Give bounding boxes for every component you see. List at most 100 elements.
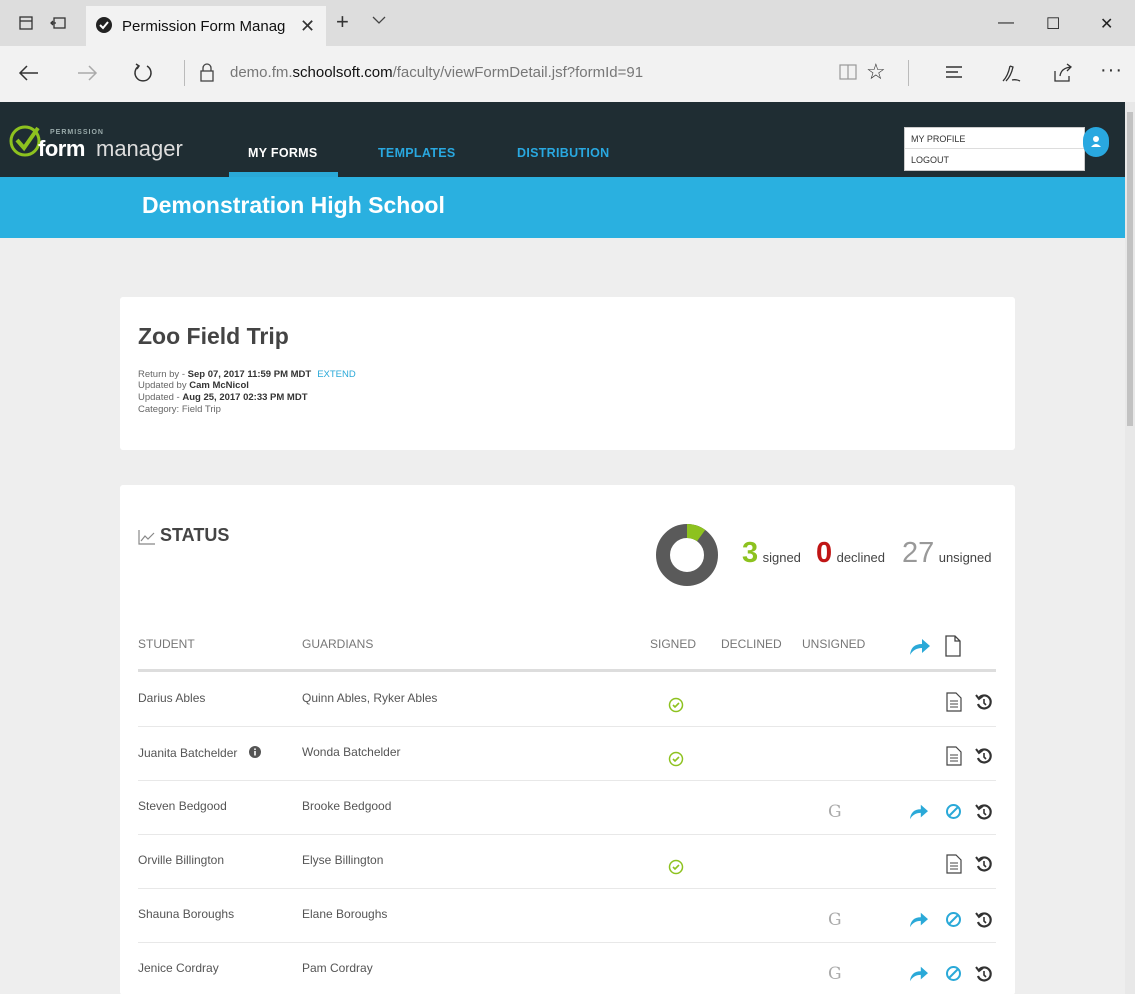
- updated-date-line: Updated - Aug 25, 2017 02:33 PM MDT: [138, 392, 308, 403]
- resend-all-arrow-icon[interactable]: [908, 637, 932, 657]
- profile-dropdown-menu: MY PROFILE LOGOUT: [904, 127, 1085, 171]
- logo-manager-text: manager: [96, 136, 183, 161]
- favorite-star-icon[interactable]: ☆: [866, 59, 886, 85]
- view-document-icon[interactable]: [946, 746, 962, 766]
- url-text[interactable]: demo.fm.schoolsoft.com/faculty/viewFormD…: [230, 64, 643, 81]
- header-signed[interactable]: SIGNED: [650, 637, 696, 651]
- unsigned-marker: G: [828, 964, 842, 984]
- history-icon[interactable]: [975, 911, 993, 929]
- form-info-card: Zoo Field Trip Return by - Sep 07, 2017 …: [120, 297, 1015, 450]
- reading-view-icon[interactable]: [838, 62, 858, 82]
- checkmark-favicon-icon: [96, 17, 112, 33]
- history-icon[interactable]: [975, 747, 993, 765]
- guardian-names: Elane Boroughs: [302, 907, 388, 921]
- decline-ban-icon[interactable]: [945, 965, 962, 982]
- unsigned-marker: G: [828, 910, 842, 930]
- forward-arrow-icon[interactable]: [76, 62, 98, 84]
- divider: [184, 60, 185, 86]
- history-icon[interactable]: [975, 693, 993, 711]
- share-icon[interactable]: [1052, 62, 1074, 84]
- header-guardians[interactable]: GUARDIANS: [302, 637, 373, 651]
- student-name: Juanita Batchelder: [138, 745, 261, 760]
- web-note-pen-icon[interactable]: [1000, 62, 1022, 84]
- guardian-names: Wonda Batchelder: [302, 745, 401, 759]
- history-icon[interactable]: [975, 803, 993, 821]
- status-card: STATUS 3 signed 0 declined 27 unsigned S…: [120, 485, 1015, 994]
- table-header-divider: [138, 669, 996, 672]
- return-by-line: Return by - Sep 07, 2017 11:59 PM MDT EXT…: [138, 369, 356, 380]
- nav-distribution[interactable]: DISTRIBUTION: [517, 146, 610, 160]
- history-icon[interactable]: [975, 965, 993, 983]
- minimize-icon[interactable]: —: [998, 14, 1014, 32]
- app-header: PERMISSION form manager MY FORMS TEMPLAT…: [0, 102, 1125, 177]
- signed-count: 3 signed: [742, 537, 801, 569]
- table-row: Shauna Boroughs Elane Boroughs G: [138, 889, 996, 943]
- refresh-icon[interactable]: [132, 62, 154, 84]
- student-name[interactable]: Jenice Cordray: [138, 961, 219, 975]
- line-chart-icon: [138, 530, 155, 545]
- signed-check-icon: [668, 751, 684, 767]
- updated-by-line: Updated by Cam McNicol: [138, 380, 249, 391]
- history-icon[interactable]: [975, 855, 993, 873]
- school-banner: Demonstration High School: [0, 177, 1125, 238]
- guardian-names: Pam Cordray: [302, 961, 373, 975]
- nav-templates[interactable]: TEMPLATES: [378, 146, 455, 160]
- table-row: Darius Ables Quinn Ables, Ryker Ables: [138, 673, 996, 727]
- info-icon[interactable]: [248, 746, 261, 758]
- new-tab-icon[interactable]: +: [336, 11, 349, 33]
- checkmark-logo-icon[interactable]: [8, 124, 42, 158]
- my-profile-menu-item[interactable]: MY PROFILE: [905, 128, 1084, 149]
- extend-link[interactable]: EXTEND: [317, 369, 356, 380]
- status-donut-chart: [656, 524, 718, 586]
- hub-icon[interactable]: [944, 62, 964, 82]
- user-avatar-icon[interactable]: [1083, 127, 1109, 157]
- status-title: STATUS: [160, 525, 230, 545]
- document-outline-icon[interactable]: [944, 635, 962, 657]
- guardian-names: Quinn Ables, Ryker Ables: [302, 691, 438, 705]
- maximize-icon[interactable]: ☐: [1046, 14, 1060, 34]
- student-name[interactable]: Shauna Boroughs: [138, 907, 234, 921]
- table-row: Orville Billington Elyse Billington: [138, 835, 996, 889]
- resend-arrow-icon[interactable]: [908, 803, 930, 821]
- guardian-names: Brooke Bedgood: [302, 799, 392, 813]
- header-unsigned[interactable]: UNSIGNED: [802, 637, 865, 651]
- divider: [908, 60, 909, 86]
- resend-arrow-icon[interactable]: [908, 965, 930, 983]
- tab-close-icon[interactable]: ✕: [300, 16, 315, 37]
- view-document-icon[interactable]: [946, 854, 962, 874]
- signed-check-icon: [668, 859, 684, 875]
- declined-count: 0 declined: [816, 537, 886, 569]
- decline-ban-icon[interactable]: [945, 803, 962, 820]
- form-title: Zoo Field Trip: [138, 323, 289, 349]
- category-line: Category: Field Trip: [138, 404, 221, 415]
- scrollbar-thumb[interactable]: [1127, 112, 1133, 426]
- school-name: Demonstration High School: [142, 192, 445, 218]
- tab-list-icon[interactable]: [18, 14, 36, 32]
- header-student[interactable]: STUDENT: [138, 637, 195, 651]
- lock-icon: [200, 63, 214, 82]
- table-row: Steven Bedgood Brooke Bedgood G: [138, 781, 996, 835]
- logout-menu-item[interactable]: LOGOUT: [905, 149, 1084, 170]
- decline-ban-icon[interactable]: [945, 911, 962, 928]
- view-document-icon[interactable]: [946, 692, 962, 712]
- logo-permission-text: PERMISSION: [50, 129, 104, 136]
- unsigned-count: 27 unsigned: [902, 537, 992, 569]
- tab-title: Permission Form Manag: [122, 18, 286, 35]
- student-name[interactable]: Darius Ables: [138, 691, 205, 705]
- student-name[interactable]: Orville Billington: [138, 853, 224, 867]
- table-row: Juanita Batchelder Wonda Batchelder: [138, 727, 996, 781]
- back-arrow-icon[interactable]: [18, 62, 40, 84]
- more-dots-icon[interactable]: ···: [1100, 59, 1123, 82]
- set-aside-tabs-icon[interactable]: [50, 14, 68, 32]
- student-name[interactable]: Steven Bedgood: [138, 799, 227, 813]
- close-window-icon[interactable]: ✕: [1100, 14, 1113, 34]
- donut-unsigned-ring: [656, 524, 718, 586]
- nav-my-forms[interactable]: MY FORMS: [248, 146, 318, 160]
- header-declined[interactable]: DECLINED: [721, 637, 782, 651]
- chevron-down-icon[interactable]: [372, 15, 386, 25]
- unsigned-marker: G: [828, 802, 842, 822]
- resend-arrow-icon[interactable]: [908, 911, 930, 929]
- signed-check-icon: [668, 697, 684, 713]
- browser-tab-active[interactable]: Permission Form Manag ✕: [86, 6, 326, 46]
- address-bar: demo.fm.schoolsoft.com/faculty/viewFormD…: [0, 46, 1135, 102]
